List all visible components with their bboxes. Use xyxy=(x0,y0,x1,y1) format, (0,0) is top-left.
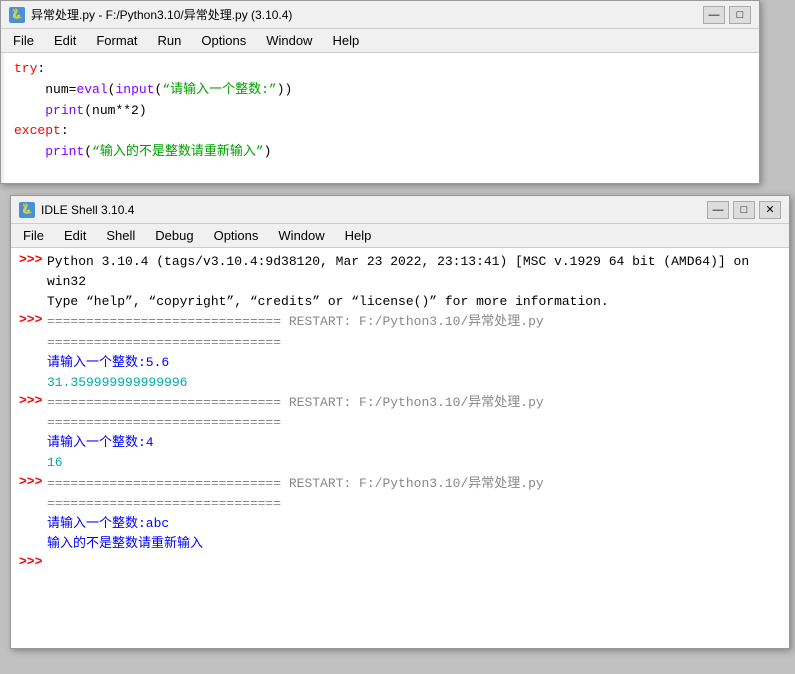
shell-prompt-gutter-r3: >>> xyxy=(19,474,47,489)
shell-prompt-gutter-r2: >>> xyxy=(19,393,47,408)
shell-restart1-row: >>> ============================== RESTA… xyxy=(19,312,781,352)
shell-prompt1: 请输入一个整数:5.6 xyxy=(19,353,781,373)
editor-title: 异常处理.py - F:/Python3.10/异常处理.py (3.10.4) xyxy=(31,6,703,23)
editor-minimize-button[interactable]: — xyxy=(703,6,725,24)
shell-banner-row1: >>> Python 3.10.4 (tags/v3.10.4:9d38120,… xyxy=(19,252,781,292)
shell-result1: 31.359999999999996 xyxy=(19,373,781,393)
shell-banner-line2: Type “help”, “copyright”, “credits” or “… xyxy=(19,292,781,312)
editor-win-controls: — □ xyxy=(703,6,751,24)
shell-restart3-row: >>> ============================== RESTA… xyxy=(19,474,781,514)
shell-prompt-gutter-r1: >>> xyxy=(19,312,47,327)
code-line-5: print(“输入的不是整数请重新输入”) xyxy=(14,142,749,163)
shell-close-button[interactable]: ✕ xyxy=(759,201,781,219)
code-line-4: except: xyxy=(14,121,749,142)
shell-menu-options[interactable]: Options xyxy=(206,226,267,245)
shell-restart1: ============================== RESTART: … xyxy=(47,312,781,352)
shell-maximize-button[interactable]: □ xyxy=(733,201,755,219)
code-line-3: print(num**2) xyxy=(14,101,749,122)
shell-prompt2: 请输入一个整数:4 xyxy=(19,433,781,453)
editor-content[interactable]: try: num=eval(input(“请输入一个整数:”)) print(n… xyxy=(1,53,759,183)
shell-restart3: ============================== RESTART: … xyxy=(47,474,781,514)
shell-final-prompt-gutter: >>> xyxy=(19,554,47,569)
shell-title-bar: 🐍 IDLE Shell 3.10.4 — □ ✕ xyxy=(11,196,789,224)
shell-final-prompt-row: >>> xyxy=(19,554,781,574)
shell-menu-edit[interactable]: Edit xyxy=(56,226,94,245)
shell-minimize-button[interactable]: — xyxy=(707,201,729,219)
shell-restart2: ============================== RESTART: … xyxy=(47,393,781,433)
editor-menu-edit[interactable]: Edit xyxy=(46,31,84,50)
shell-menu-help[interactable]: Help xyxy=(337,226,380,245)
editor-menu-help[interactable]: Help xyxy=(324,31,367,50)
editor-menu-window[interactable]: Window xyxy=(258,31,320,50)
editor-maximize-button[interactable]: □ xyxy=(729,6,751,24)
editor-window: 🐍 异常处理.py - F:/Python3.10/异常处理.py (3.10.… xyxy=(0,0,760,184)
editor-menu-file[interactable]: File xyxy=(5,31,42,50)
shell-menu-window[interactable]: Window xyxy=(270,226,332,245)
editor-title-bar: 🐍 异常处理.py - F:/Python3.10/异常处理.py (3.10.… xyxy=(1,1,759,29)
shell-title: IDLE Shell 3.10.4 xyxy=(41,203,707,217)
shell-window: 🐍 IDLE Shell 3.10.4 — □ ✕ File Edit Shel… xyxy=(10,195,790,649)
shell-win-controls: — □ ✕ xyxy=(707,201,781,219)
shell-menu-bar: File Edit Shell Debug Options Window Hel… xyxy=(11,224,789,248)
editor-icon: 🐍 xyxy=(9,7,25,23)
shell-prompt-gutter-banner: >>> xyxy=(19,252,47,267)
shell-cursor-line[interactable] xyxy=(47,554,55,574)
shell-restart2-row: >>> ============================== RESTA… xyxy=(19,393,781,433)
shell-menu-shell[interactable]: Shell xyxy=(98,226,143,245)
shell-banner-line1: Python 3.10.4 (tags/v3.10.4:9d38120, Mar… xyxy=(47,252,781,292)
shell-menu-file[interactable]: File xyxy=(15,226,52,245)
editor-menu-run[interactable]: Run xyxy=(150,31,190,50)
shell-content[interactable]: >>> Python 3.10.4 (tags/v3.10.4:9d38120,… xyxy=(11,248,789,648)
code-line-1: try: xyxy=(14,59,749,80)
shell-menu-debug[interactable]: Debug xyxy=(147,226,201,245)
shell-prompt3: 请输入一个整数:abc xyxy=(19,514,781,534)
editor-menu-format[interactable]: Format xyxy=(88,31,145,50)
editor-menu-bar: File Edit Format Run Options Window Help xyxy=(1,29,759,53)
shell-result2: 16 xyxy=(19,453,781,473)
code-line-2: num=eval(input(“请输入一个整数:”)) xyxy=(14,80,749,101)
shell-result3: 输入的不是整数请重新输入 xyxy=(19,534,781,554)
editor-menu-options[interactable]: Options xyxy=(193,31,254,50)
shell-icon: 🐍 xyxy=(19,202,35,218)
